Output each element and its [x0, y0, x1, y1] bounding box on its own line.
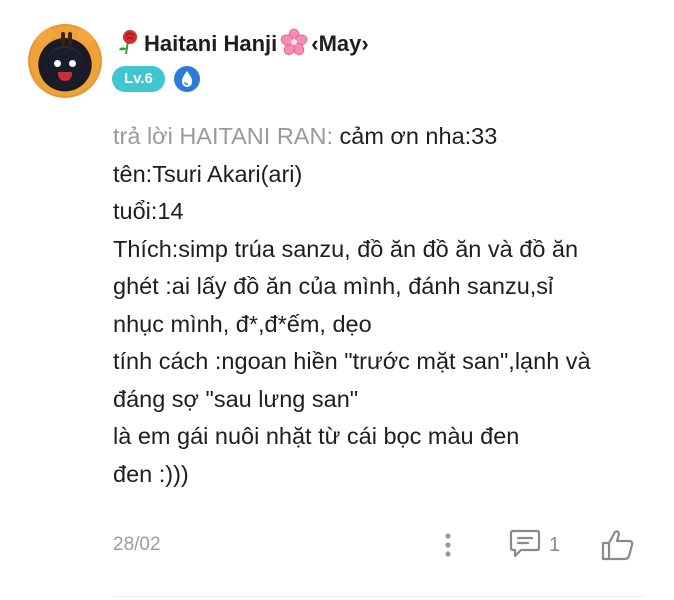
author-name[interactable]: Haitani Hanji: [144, 31, 277, 57]
comment-footer: 28/02 1: [113, 528, 643, 564]
author-name-row[interactable]: Haitani Hanji ‹May›: [115, 28, 369, 60]
author-tag: ‹May›: [311, 31, 369, 56]
comment-line: tuổi:14: [113, 198, 184, 224]
reply-prefix[interactable]: trả lời HAITANI RAN:: [113, 123, 333, 149]
comment-line: Thích:simp trúa sanzu, đồ ăn đồ ăn và đồ…: [113, 235, 579, 262]
thumbs-up-icon: [601, 530, 634, 561]
comment-text: cảm ơn nha:33: [339, 123, 498, 149]
water-drop-badge-icon: [173, 66, 200, 92]
comment-line: ghét :ai lấy đồ ăn của mình, đánh sanzu,…: [113, 273, 554, 299]
avatar[interactable]: [28, 24, 102, 98]
cherry-blossom-icon: [280, 28, 308, 61]
comment-line: tên:Tsuri Akari(ari): [113, 160, 303, 187]
rose-icon: [115, 28, 141, 61]
reply-icon: [509, 528, 541, 563]
comment-line: tính cách :ngoan hiền "trước mặt san",lạ…: [113, 348, 591, 374]
more-options-icon[interactable]: [441, 530, 455, 560]
comment-line: đáng sợ "sau lưng san": [113, 385, 359, 412]
level-badge: Lv.6: [112, 66, 165, 92]
comment-date: 28/02: [113, 534, 161, 555]
comment-body: trả lời HAITANI RAN: cảm ơn nha:33 tên:T…: [113, 118, 653, 493]
like-button[interactable]: [600, 528, 636, 567]
comment-line: là em gái nuôi nhặt từ cái bọc màu đen: [113, 423, 520, 449]
reply-button[interactable]: 1: [509, 528, 560, 563]
author-badges: Lv.6: [112, 66, 200, 92]
comment-line: nhục mình, đ*,đ*ếm, dẹo: [113, 310, 372, 337]
divider: [113, 596, 644, 597]
comment-line: trả lời HAITANI RAN: cảm ơn nha:33: [113, 118, 653, 156]
reply-count: 1: [549, 534, 561, 556]
comment-line: đen :))): [113, 460, 189, 487]
